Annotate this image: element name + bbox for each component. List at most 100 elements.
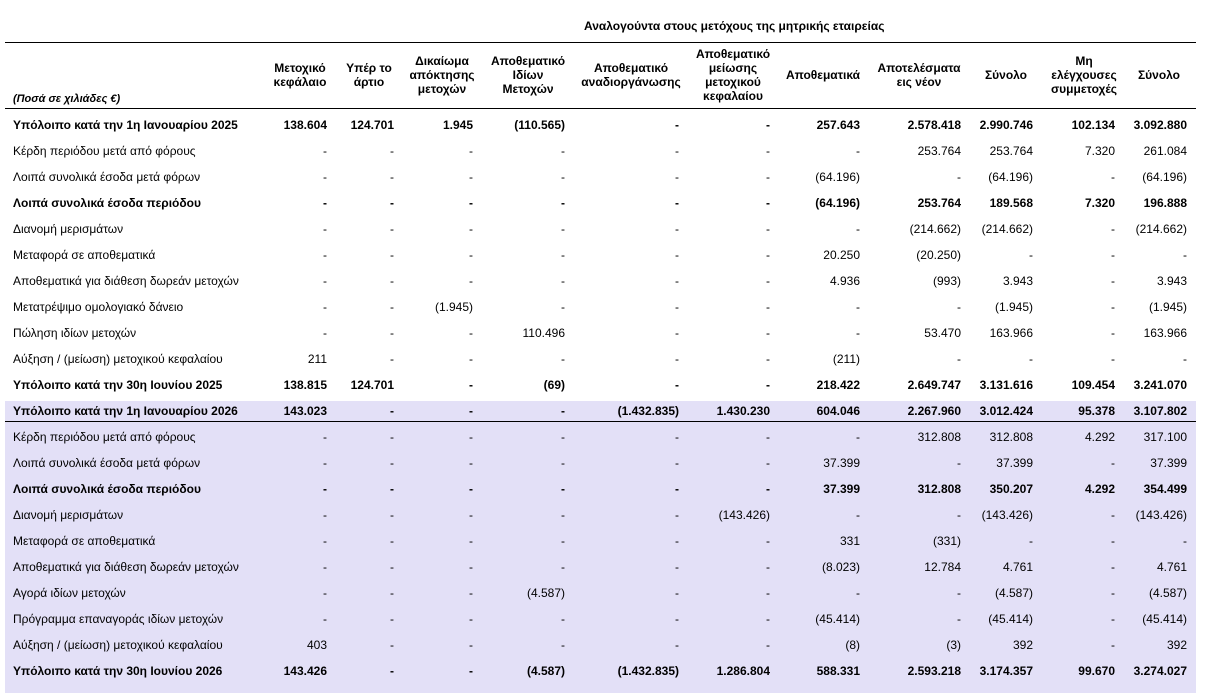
table-cell: - [390, 248, 394, 262]
table-cell: - [390, 326, 394, 340]
row-label: Κέρδη περιόδου μετά από φόρους [13, 144, 196, 158]
table-cell: - [766, 196, 770, 210]
table-cell: 138.604 [283, 118, 327, 132]
table-cell: 3.241.070 [1133, 378, 1187, 392]
table-cell: 3.131.616 [979, 378, 1033, 392]
table-cell: 3.174.357 [979, 664, 1033, 678]
table-cell: 4.292 [1084, 430, 1115, 444]
row-label: Αύξηση / (μείωση) μετοχικού κεφαλαίου [13, 638, 223, 652]
table-cell: - [390, 352, 394, 366]
table-cell: - [561, 430, 565, 444]
table-row: Αγορά ιδίων μετοχών - - - (4.587) - - - - (4.587)… [0, 580, 1206, 606]
table-cell: - [323, 482, 327, 496]
table-cell: - [323, 300, 327, 314]
table-cell: (1.432.835) [617, 664, 679, 678]
table-cell: 312.808 [917, 430, 961, 444]
table-cell: 124.701 [350, 378, 394, 392]
table-cell: (8.023) [821, 560, 860, 574]
column-header-1: Μετοχικό κεφάλαιο [273, 61, 327, 89]
table-cell: (143.426) [718, 508, 770, 522]
table-cell: - [390, 664, 394, 678]
table-cell: - [390, 196, 394, 210]
table-cell: - [469, 534, 473, 548]
table-cell: - [957, 170, 961, 184]
table-cell: (214.662) [1135, 222, 1187, 236]
table-cell: - [675, 274, 679, 288]
table-cell: - [469, 612, 473, 626]
table-cell: 211 [307, 352, 327, 366]
table-cell: 2.649.747 [907, 378, 961, 392]
table-cell: - [561, 222, 565, 236]
row-label: Αγορά ιδίων μετοχών [13, 586, 126, 600]
table-row: Διανομή μερισμάτων - - - - - (143.426) - - (143.4… [0, 502, 1206, 528]
table-cell: 2.990.746 [979, 118, 1033, 132]
table-cell: 110.496 [522, 326, 566, 340]
table-cell: - [675, 378, 679, 392]
table-row: Λοιπά συνολικά έσοδα περιόδου - - - - - - 37.39… [0, 476, 1206, 502]
row-label: Διανομή μερισμάτων [13, 222, 124, 236]
table-cell: - [766, 222, 770, 236]
table-cell: 102.134 [1071, 118, 1115, 132]
table-cell: - [390, 508, 394, 522]
header-bottom-rule [5, 108, 1196, 109]
table-cell: - [561, 638, 565, 652]
table-cell: (3) [946, 638, 961, 652]
table-cell: - [766, 248, 770, 262]
table-cell: 20.250 [823, 248, 860, 262]
table-cell: - [1111, 456, 1115, 470]
table-cell: 163.966 [989, 326, 1033, 340]
table-cell: - [675, 456, 679, 470]
table-cell: (45.414) [815, 612, 860, 626]
table-row: Αποθεματικά για διάθεση δωρεάν μετοχών - -… [0, 554, 1206, 580]
table-cell: - [766, 430, 770, 444]
table-cell: - [561, 560, 565, 574]
table-cell: - [766, 170, 770, 184]
table-cell: - [766, 456, 770, 470]
table-cell: - [675, 300, 679, 314]
table-row: Αύξηση / (μείωση) μετοχικού κεφαλαίου 211… [0, 346, 1206, 372]
table-cell: - [957, 508, 961, 522]
table-cell: (8) [845, 638, 860, 652]
table-cell: - [766, 612, 770, 626]
table-cell: - [957, 586, 961, 600]
table-cell: 189.568 [989, 196, 1033, 210]
table-cell: 37.399 [823, 482, 860, 496]
table-cell: - [469, 326, 473, 340]
table-cell: - [390, 430, 394, 444]
row-label: Πρόγραμμα επαναγοράς ιδίων μετοχών [13, 612, 224, 626]
table-cell: - [469, 352, 473, 366]
table-cell: - [561, 612, 565, 626]
row-label: Διανομή μερισμάτων [13, 508, 124, 522]
row-label: Υπόλοιπο κατά την 1η Ιανουαρίου 2025 [13, 118, 238, 132]
table-row: Λοιπά συνολικά έσοδα μετά φόρων - - - - - - 37.… [0, 450, 1206, 476]
table-cell: 261.084 [1143, 144, 1187, 158]
row-label: Λοιπά συνολικά έσοδα περιόδου [13, 482, 201, 496]
table-cell: - [1111, 248, 1115, 262]
table-cell: - [561, 196, 565, 210]
table-cell: - [1183, 352, 1187, 366]
table-cell: - [766, 586, 770, 600]
table-cell: (4.587) [526, 664, 565, 678]
table-cell: - [1111, 300, 1115, 314]
table-cell: 12.784 [924, 560, 961, 574]
table-cell: - [469, 248, 473, 262]
table-cell: - [561, 456, 565, 470]
table-cell: 317.100 [1143, 430, 1187, 444]
table-cell: 37.399 [996, 456, 1033, 470]
table-cell: - [390, 456, 394, 470]
table-cell: - [469, 274, 473, 288]
column-header-8: Αποτελέσματα εις νέον [877, 61, 961, 89]
table-cell: - [675, 222, 679, 236]
table-cell: 109.454 [1071, 378, 1115, 392]
table-cell: 4.761 [1002, 560, 1033, 574]
table-cell: - [469, 482, 473, 496]
table-cell: - [766, 534, 770, 548]
table-cell: - [675, 612, 679, 626]
table-cell: 37.399 [1150, 456, 1187, 470]
table-cell: - [390, 482, 394, 496]
table-cell: - [1111, 586, 1115, 600]
table-cell: 3.092.880 [1133, 118, 1187, 132]
table-row: Λοιπά συνολικά έσοδα περιόδου - - - - - - (64.1… [0, 190, 1206, 216]
table-cell: - [675, 508, 679, 522]
table-cell: - [766, 378, 770, 392]
